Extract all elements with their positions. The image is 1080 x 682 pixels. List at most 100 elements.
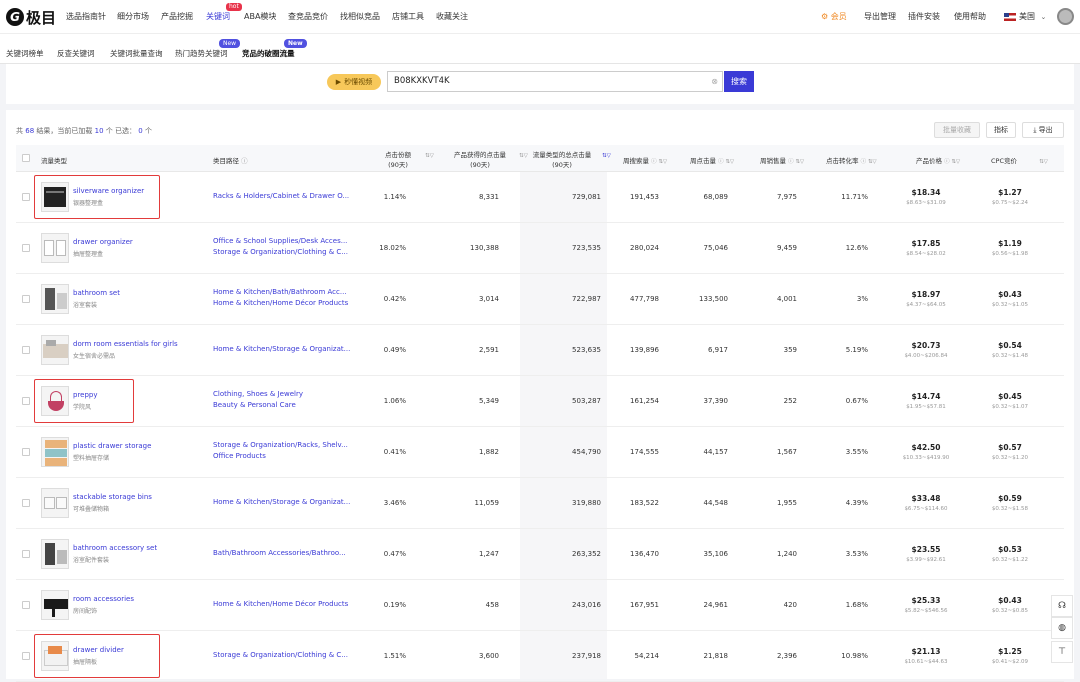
product-thumbnail[interactable]	[41, 233, 69, 263]
category-path-link[interactable]: Clothing, Shoes & Jewelry	[213, 390, 303, 398]
nav-item-keywords[interactable]: 关键词 hot	[206, 3, 242, 22]
category-path-link[interactable]: Office & School Supplies/Desk Acces...	[213, 237, 347, 245]
asin-search-input[interactable]: B08KXKVT4K ⊗	[387, 71, 723, 92]
category-path-link[interactable]: Home & Kitchen/Storage & Organizat...	[213, 498, 350, 506]
keyword-link[interactable]: plastic drawer storage	[73, 442, 151, 450]
back-to-top-icon[interactable]: ⊤	[1051, 641, 1073, 663]
batch-collect-button[interactable]: 批量收藏	[934, 122, 980, 138]
us-flag-icon	[1004, 12, 1016, 21]
keyword-link[interactable]: dorm room essentials for girls	[73, 340, 178, 348]
nav-item-selection-compass[interactable]: 选品指南针	[66, 11, 106, 22]
row-checkbox[interactable]	[22, 601, 30, 609]
row-checkbox[interactable]	[22, 652, 30, 660]
plugin-install-link[interactable]: 插件安装	[908, 11, 940, 22]
nav-item-similar-products[interactable]: 找相似竞品	[340, 11, 380, 22]
tab-keyword-ranking[interactable]: 关键词榜单	[6, 48, 44, 59]
col-weekly-search[interactable]: 周搜索量 ⓘ ⇅▽	[623, 155, 667, 165]
ctr-value: 12.6%	[845, 244, 868, 252]
select-all-checkbox[interactable]	[22, 154, 30, 162]
cpc-value: $0.43	[998, 290, 1022, 299]
category-path-link[interactable]: Home & Kitchen/Bath/Bathroom Acc...	[213, 288, 347, 296]
ctr-value: 10.98%	[841, 652, 868, 660]
sort-icon[interactable]: ⇅▽	[602, 153, 611, 159]
category-path-link[interactable]: Home & Kitchen/Home Décor Products	[213, 600, 348, 608]
clear-icon[interactable]: ⊗	[711, 72, 718, 91]
help-link[interactable]: 使用帮助	[954, 11, 986, 22]
row-checkbox[interactable]	[22, 499, 30, 507]
product-thumbnail[interactable]	[41, 539, 69, 569]
category-path-link[interactable]: Home & Kitchen/Storage & Organizat...	[213, 345, 350, 353]
keyword-link[interactable]: bathroom accessory set	[73, 544, 157, 552]
row-checkbox[interactable]	[22, 295, 30, 303]
price-range: $5.82~$546.56	[904, 608, 948, 614]
category-path-link[interactable]: Office Products	[213, 452, 266, 460]
category-path-link[interactable]: Beauty & Personal Care	[213, 401, 296, 409]
country-selector[interactable]: 美国 ⌄	[1004, 11, 1046, 22]
video-tutorial-button[interactable]: ▶ 秒懂视频	[327, 74, 381, 90]
sort-icon[interactable]: ⓘ ⇅▽	[788, 159, 804, 165]
member-link[interactable]: ⚙ 会员	[821, 11, 847, 22]
product-thumbnail[interactable]	[41, 335, 69, 365]
cpc-value: $1.25	[998, 647, 1022, 656]
row-checkbox[interactable]	[22, 346, 30, 354]
row-checkbox[interactable]	[22, 448, 30, 456]
product-thumbnail[interactable]	[41, 590, 69, 620]
product-thumbnail[interactable]	[41, 488, 69, 518]
loaded-count: 10	[94, 127, 104, 135]
sort-icon[interactable]: ⓘ ⇅▽	[651, 159, 667, 165]
row-checkbox[interactable]	[22, 193, 30, 201]
metrics-button[interactable]: 指标	[986, 122, 1016, 138]
col-cpc[interactable]: CPC竞价 ⇅▽	[991, 155, 1048, 165]
category-path-link[interactable]: Storage & Organization/Clothing & C...	[213, 651, 348, 659]
keyword-translation: 女生宿舍必需品	[73, 353, 116, 360]
product-thumbnail[interactable]	[41, 437, 69, 467]
avatar[interactable]	[1057, 8, 1074, 25]
sort-icon[interactable]: ⓘ ⇅▽	[944, 159, 960, 165]
keyword-link[interactable]: room accessories	[73, 595, 134, 603]
nav-item-aba[interactable]: ABA模块	[244, 11, 276, 22]
keyword-link[interactable]: bathroom set	[73, 289, 120, 297]
col-product-clicks[interactable]: 产品获得的点击量 (90天) ⇅▽	[441, 149, 528, 169]
sort-icon[interactable]: ⓘ ⇅▽	[718, 159, 734, 165]
row-checkbox[interactable]	[22, 397, 30, 405]
headset-icon[interactable]: ☊	[1051, 595, 1073, 617]
category-path-link[interactable]: Storage & Organization/Racks, Shelv...	[213, 441, 348, 449]
tab-batch-keyword-query[interactable]: 关键词批量查询	[110, 48, 163, 59]
export-button[interactable]: ⤓ 导出	[1022, 122, 1064, 138]
product-thumbnail[interactable]	[41, 284, 69, 314]
help-icon[interactable]: ⓘ	[241, 157, 248, 165]
brand-logo[interactable]: G 极目	[6, 6, 56, 28]
keyword-link[interactable]: drawer organizer	[73, 238, 133, 246]
col-click-share[interactable]: 点击份额 (90天) ⇅▽	[373, 149, 434, 169]
nav-item-competitor-bid[interactable]: 查竞品竞价	[288, 11, 328, 22]
category-path-link[interactable]: Home & Kitchen/Home Décor Products	[213, 299, 348, 307]
col-weekly-sales[interactable]: 周销售量 ⓘ ⇅▽	[760, 155, 804, 165]
category-path-link[interactable]: Racks & Holders/Cabinet & Drawer O...	[213, 192, 349, 200]
sub-navbar: 关键词榜单 反查关键词 关键词批量查询 热门趋势关键词 New 竞品的破圈流量 …	[0, 34, 1080, 67]
col-weekly-sales-label: 周销售量	[760, 157, 786, 165]
row-checkbox[interactable]	[22, 550, 30, 558]
sort-icon[interactable]: ⇅▽	[1039, 159, 1048, 165]
nav-item-niche-market[interactable]: 细分市场	[117, 11, 149, 22]
category-path-link[interactable]: Bath/Bathroom Accessories/Bathroo...	[213, 549, 346, 557]
col-total-clicks[interactable]: 流量类型的总点击量 (90天) ⇅▽	[522, 149, 611, 169]
category-path-link[interactable]: Storage & Organization/Clothing & C...	[213, 248, 348, 256]
nav-item-product-mining[interactable]: 产品挖掘	[161, 11, 193, 22]
sort-icon[interactable]: ⓘ ⇅▽	[861, 159, 877, 165]
sort-icon[interactable]: ⇅▽	[425, 153, 434, 159]
nav-item-favorites[interactable]: 收藏关注	[436, 11, 468, 22]
col-price[interactable]: 产品价格 ⓘ ⇅▽	[916, 155, 960, 165]
nav-item-store-tools[interactable]: 店铺工具	[392, 11, 424, 22]
row-checkbox[interactable]	[22, 244, 30, 252]
tab-trending-keywords[interactable]: 热门趋势关键词 New	[175, 39, 241, 59]
search-button[interactable]: 搜索	[724, 71, 754, 92]
tab-competitor-traffic[interactable]: 竞品的破圈流量 New	[242, 39, 307, 67]
tab-reverse-keyword[interactable]: 反查关键词	[57, 48, 95, 59]
col-ctr[interactable]: 点击转化率 ⓘ ⇅▽	[826, 155, 877, 165]
cpc-value: $0.57	[998, 443, 1022, 452]
col-weekly-clicks[interactable]: 周点击量 ⓘ ⇅▽	[690, 155, 734, 165]
weekly-sales-value: 1,567	[776, 448, 797, 456]
keyword-link[interactable]: stackable storage bins	[73, 493, 152, 501]
export-manage-link[interactable]: 导出管理	[864, 11, 896, 22]
globe-icon[interactable]: ◍	[1051, 617, 1073, 639]
